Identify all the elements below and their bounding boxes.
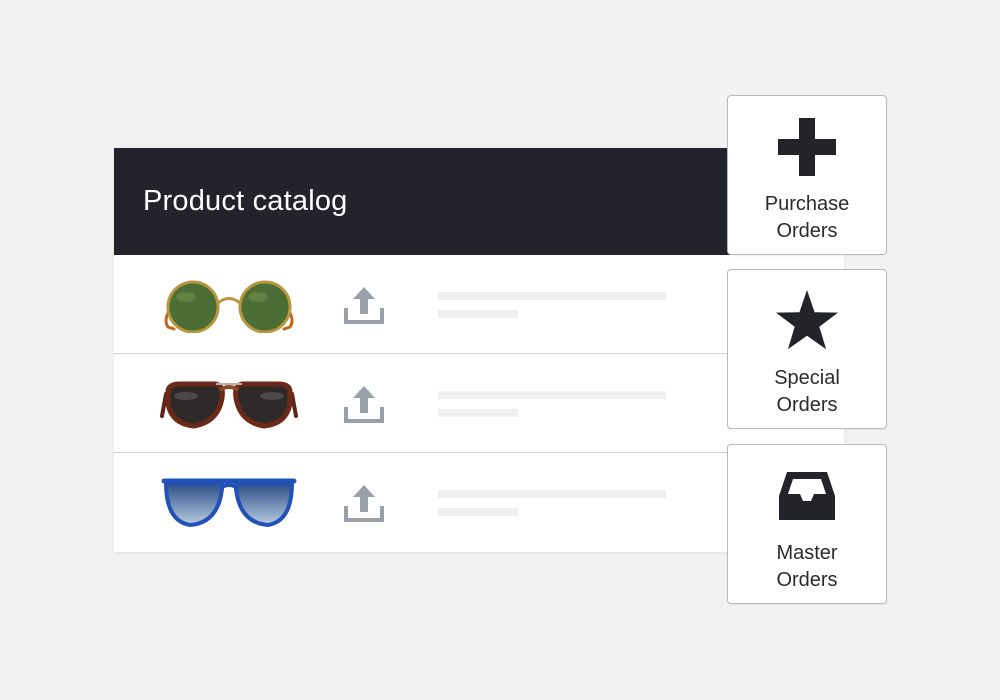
placeholder-line bbox=[438, 391, 666, 399]
plus-icon bbox=[778, 118, 836, 176]
placeholder-line bbox=[438, 292, 666, 300]
upload-icon[interactable] bbox=[344, 482, 384, 524]
round-green-sunglasses-icon bbox=[164, 280, 294, 333]
placeholder-line bbox=[438, 508, 518, 516]
inbox-tray-icon bbox=[779, 472, 835, 520]
catalog-title: Product catalog bbox=[143, 185, 348, 217]
special-orders-button[interactable]: Special Orders bbox=[727, 269, 887, 429]
placeholder-line bbox=[438, 490, 666, 498]
special-orders-label: Special Orders bbox=[774, 367, 840, 416]
upload-icon[interactable] bbox=[344, 284, 384, 326]
upload-icon[interactable] bbox=[344, 383, 384, 425]
placeholder-line bbox=[438, 310, 518, 318]
purchase-orders-button[interactable]: Purchase Orders bbox=[727, 95, 887, 255]
star-icon bbox=[776, 290, 838, 350]
placeholder-line bbox=[438, 409, 518, 417]
tortoise-aviator-sunglasses-icon bbox=[160, 381, 298, 429]
blue-frame-sunglasses-icon bbox=[161, 478, 297, 528]
master-orders-label: Master Orders bbox=[776, 542, 838, 591]
purchase-orders-label: Purchase Orders bbox=[764, 193, 850, 242]
master-orders-button[interactable]: Master Orders bbox=[727, 444, 887, 604]
